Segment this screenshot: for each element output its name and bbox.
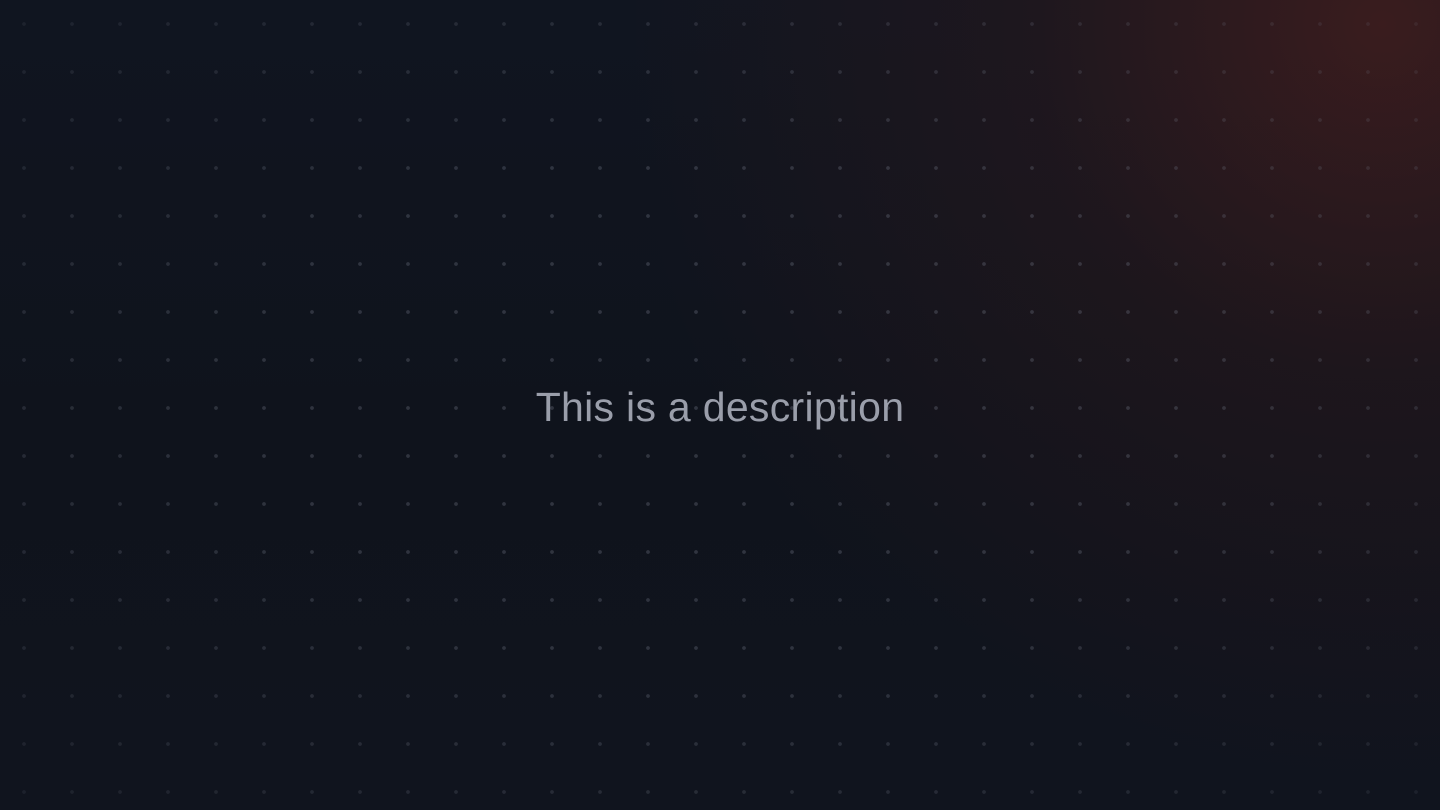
page-background: This is a description (0, 0, 1440, 810)
content-container: This is a description (0, 0, 1440, 810)
description-text: This is a description (535, 383, 905, 430)
